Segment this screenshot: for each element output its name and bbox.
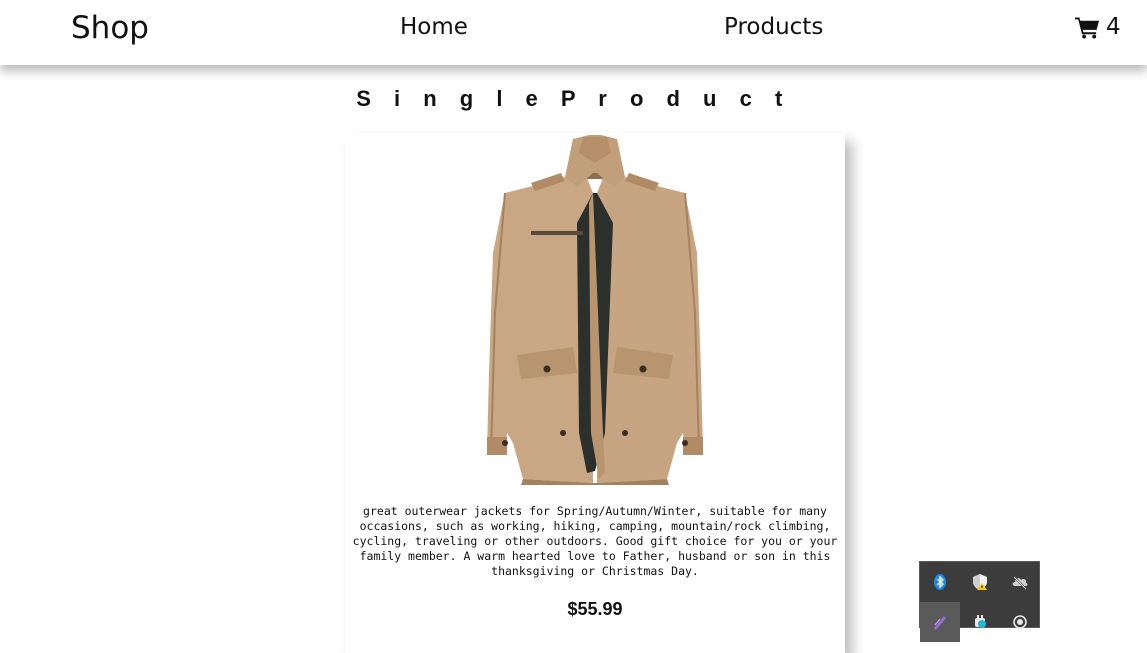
cloud-offline-icon[interactable] xyxy=(1000,562,1040,602)
record-icon[interactable] xyxy=(1000,602,1040,642)
shield-warning-icon[interactable] xyxy=(960,562,1000,602)
product-card: great outerwear jackets for Spring/Autum… xyxy=(345,133,845,653)
navbar: Shop Home Products 4 xyxy=(0,0,1147,65)
cart-count: 4 xyxy=(1106,14,1121,40)
meet-icon[interactable] xyxy=(960,602,1000,642)
product-price: $55.99 xyxy=(567,599,623,619)
shopping-cart-icon xyxy=(1075,16,1100,39)
cart-button[interactable]: 4 xyxy=(1075,14,1121,40)
nav-link-products[interactable]: Products xyxy=(724,14,823,40)
nav-link-home[interactable]: Home xyxy=(400,14,468,40)
pen-icon[interactable] xyxy=(920,602,960,642)
system-tray-overflow xyxy=(919,561,1040,642)
bluetooth-icon[interactable] xyxy=(920,562,960,602)
jacket-image[interactable] xyxy=(465,133,725,485)
page-title: S i n g l e P r o d u c t xyxy=(356,86,791,111)
product-description: great outerwear jackets for Spring/Autum… xyxy=(352,504,838,578)
brand-link[interactable]: Shop xyxy=(71,10,149,46)
